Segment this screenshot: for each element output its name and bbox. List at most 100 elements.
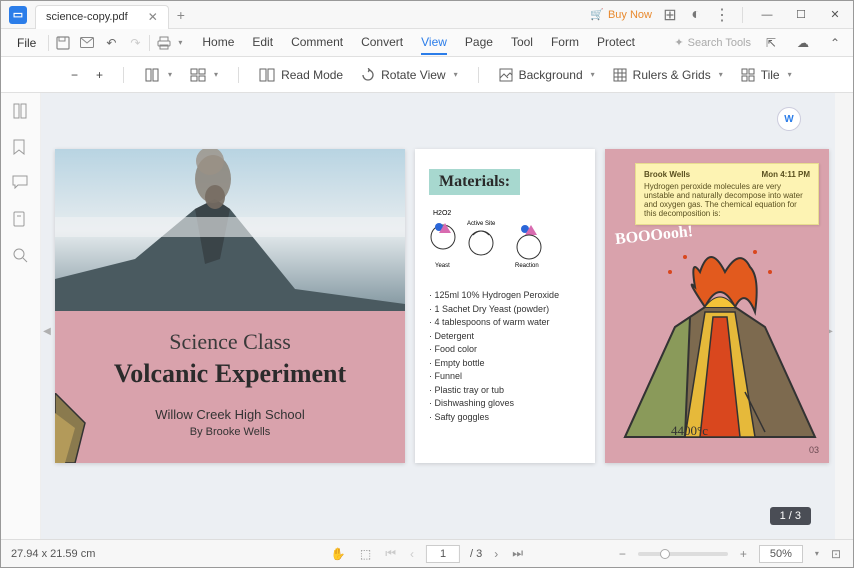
- note-body: Hydrogen peroxide molecules are very uns…: [644, 182, 810, 218]
- tab-page[interactable]: Page: [465, 31, 493, 55]
- document-tab[interactable]: science-copy.pdf ✕: [35, 5, 169, 29]
- cover-byline: By Brooke Wells: [55, 426, 405, 438]
- zoom-level-input[interactable]: 50%: [759, 545, 803, 563]
- rulers-grids-dropdown[interactable]: Rulers & Grids▾: [613, 68, 723, 82]
- tab-title: science-copy.pdf: [46, 11, 128, 23]
- view-toolbar: − + ▾ ▾ Read Mode Rotate View▾ Backgroun…: [1, 57, 853, 93]
- note-time: Mon 4:11 PM: [762, 170, 810, 179]
- zoom-in-status[interactable]: +: [738, 547, 749, 561]
- cover-school: Willow Creek High School: [55, 407, 405, 422]
- note-author: Brook Wells: [644, 170, 690, 179]
- page-2: Materials: H2O2 Active Site Yeast Reacti…: [415, 149, 595, 463]
- volcano-illustration: [605, 217, 829, 463]
- rotate-view-dropdown[interactable]: Rotate View▾: [361, 68, 458, 82]
- list-item: 4 tablespoons of warm water: [429, 316, 581, 330]
- prev-page-handle[interactable]: ◀: [43, 316, 51, 346]
- zoom-out-button[interactable]: −: [71, 68, 78, 82]
- materials-heading: Materials:: [429, 169, 520, 195]
- save-icon[interactable]: [51, 31, 75, 55]
- tab-comment[interactable]: Comment: [291, 31, 343, 55]
- search-tools[interactable]: ✦ Search Tools: [674, 36, 751, 49]
- hand-tool-icon[interactable]: ✋: [329, 547, 348, 561]
- page-indicator-overlay: 1 / 3: [770, 507, 811, 525]
- zoom-in-button[interactable]: +: [96, 68, 103, 82]
- zoom-slider-thumb[interactable]: [660, 549, 670, 559]
- current-page-input[interactable]: 1: [426, 545, 460, 563]
- prev-page-button[interactable]: ‹: [408, 547, 416, 561]
- app-icon: ▭: [9, 6, 27, 24]
- share-icon[interactable]: ⇱: [759, 31, 783, 55]
- tab-convert[interactable]: Convert: [361, 31, 403, 55]
- new-tab-button[interactable]: +: [177, 7, 185, 23]
- file-menu[interactable]: File: [7, 32, 46, 54]
- thumbnails-icon[interactable]: [12, 103, 30, 121]
- tile-dropdown[interactable]: Tile▾: [741, 68, 792, 82]
- svg-text:Reaction: Reaction: [515, 263, 539, 269]
- zoom-slider[interactable]: [638, 552, 728, 556]
- page-1: Science Class Volcanic Experiment Willow…: [55, 149, 405, 463]
- zoom-out-status[interactable]: −: [617, 547, 628, 561]
- fit-page-icon[interactable]: ⊡: [829, 547, 843, 561]
- tab-form[interactable]: Form: [551, 31, 579, 55]
- materials-list: 125ml 10% Hydrogen Peroxide1 Sachet Dry …: [429, 289, 581, 424]
- tab-tool[interactable]: Tool: [511, 31, 533, 55]
- page-number: 03: [809, 445, 819, 455]
- list-item: Detergent: [429, 330, 581, 344]
- sticky-note[interactable]: Brook Wells Mon 4:11 PM Hydrogen peroxid…: [635, 163, 819, 225]
- statusbar: 27.94 x 21.59 cm ✋ ⬚ ⏮ ‹ 1 / 3 › ⏭ − + 5…: [1, 539, 853, 567]
- menubar: File ↶ ↷ ▾ Home Edit Comment Convert Vie…: [1, 29, 853, 57]
- cover-title: Volcanic Experiment: [55, 359, 405, 389]
- first-page-button[interactable]: ⏮: [383, 546, 398, 561]
- list-item: 1 Sachet Dry Yeast (powder): [429, 303, 581, 317]
- buy-now-link[interactable]: 🛒 Buy Now: [590, 8, 652, 21]
- close-window-button[interactable]: ✕: [823, 5, 847, 25]
- bookmark-icon[interactable]: [12, 139, 30, 157]
- svg-text:H2O2: H2O2: [433, 210, 451, 217]
- read-mode-button[interactable]: Read Mode: [259, 68, 343, 82]
- list-item: Plastic tray or tub: [429, 384, 581, 398]
- cloud-icon[interactable]: ☁: [791, 31, 815, 55]
- next-page-button[interactable]: ›: [492, 547, 500, 561]
- search-panel-icon[interactable]: [12, 247, 30, 265]
- background-dropdown[interactable]: Background▾: [499, 68, 595, 82]
- list-item: Empty bottle: [429, 357, 581, 371]
- help-icon[interactable]: ◐: [688, 7, 704, 23]
- comment-panel-icon[interactable]: [12, 175, 30, 193]
- gift-icon[interactable]: ⊞: [662, 7, 678, 23]
- list-item: Safty goggles: [429, 411, 581, 425]
- list-item: Food color: [429, 343, 581, 357]
- list-item: 125ml 10% Hydrogen Peroxide: [429, 289, 581, 303]
- collapse-ribbon-icon[interactable]: ⌃: [823, 31, 847, 55]
- maximize-button[interactable]: ☐: [789, 5, 813, 25]
- tab-protect[interactable]: Protect: [597, 31, 635, 55]
- zoom-dropdown-icon[interactable]: ▾: [815, 549, 819, 558]
- mail-icon[interactable]: [75, 31, 99, 55]
- tab-edit[interactable]: Edit: [252, 31, 273, 55]
- svg-text:Active Site: Active Site: [467, 221, 496, 227]
- redo-icon[interactable]: ↷: [123, 31, 147, 55]
- titlebar: ▭ science-copy.pdf ✕ + 🛒 Buy Now ⊞ ◐ ⋮ —…: [1, 1, 853, 29]
- minimize-button[interactable]: —: [755, 5, 779, 25]
- temperature-label: 4400°c: [671, 423, 708, 439]
- ribbon-tabs: Home Edit Comment Convert View Page Tool…: [202, 31, 635, 55]
- page-spread: Science Class Volcanic Experiment Willow…: [55, 149, 829, 463]
- list-item: Funnel: [429, 370, 581, 384]
- tab-home[interactable]: Home: [202, 31, 234, 55]
- page-layout-dropdown[interactable]: ▾: [144, 67, 172, 83]
- tab-view[interactable]: View: [421, 31, 447, 55]
- export-word-badge[interactable]: W: [777, 107, 801, 131]
- print-icon[interactable]: [152, 31, 176, 55]
- attachment-icon[interactable]: [12, 211, 30, 229]
- undo-icon[interactable]: ↶: [99, 31, 123, 55]
- page-dimensions: 27.94 x 21.59 cm: [11, 548, 95, 560]
- page-display-dropdown[interactable]: ▾: [190, 67, 218, 83]
- wand-icon: ✦: [674, 36, 683, 49]
- select-tool-icon[interactable]: ⬚: [358, 547, 373, 561]
- cover-photo: [55, 149, 405, 311]
- document-viewport[interactable]: W ◀ ▶ Science Class Volcanic Experimen: [41, 93, 835, 539]
- more-menu-icon[interactable]: ⋮: [714, 7, 730, 23]
- cart-icon: 🛒: [590, 8, 604, 21]
- last-page-button[interactable]: ⏭: [510, 546, 525, 561]
- list-item: Dishwashing gloves: [429, 397, 581, 411]
- close-tab-icon[interactable]: ✕: [148, 10, 158, 24]
